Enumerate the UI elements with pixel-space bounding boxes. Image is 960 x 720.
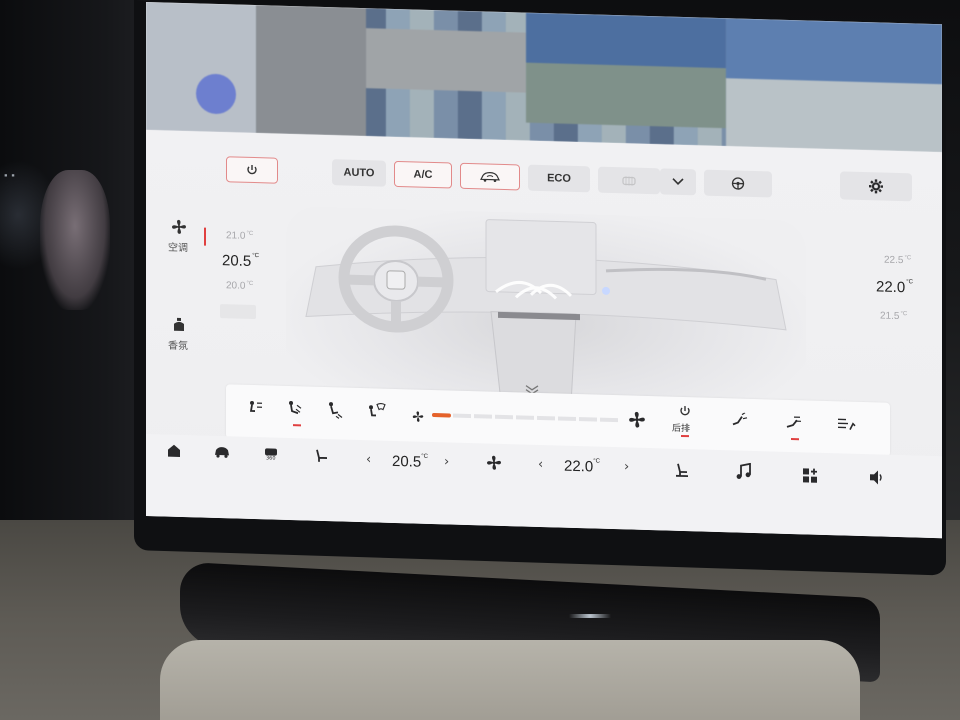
fragrance-label: 香氛	[168, 340, 188, 353]
more-options-dropdown[interactable]	[660, 168, 696, 196]
passenger-temp-decrease-button[interactable]: ‹	[538, 457, 543, 472]
rear-airflow-face-button[interactable]	[784, 414, 806, 437]
driver-hand	[40, 170, 110, 310]
fan-large-icon	[629, 411, 645, 428]
fan-speed-low-icon-wrap[interactable]	[412, 407, 426, 422]
driver-temp-decrease-button[interactable]: ‹	[366, 452, 371, 467]
fragrance-icon	[174, 317, 184, 332]
dock-home-button[interactable]	[164, 441, 184, 462]
auto-button[interactable]: AUTO	[332, 159, 386, 187]
driver-temp-below[interactable]: 20.0°C	[226, 280, 253, 292]
airflow-face-feet-active	[293, 424, 301, 427]
passenger-temp-below[interactable]: 21.5°C	[880, 311, 907, 323]
passenger-temp-increase-button[interactable]: ›	[624, 459, 629, 474]
fan-speed-fill	[432, 412, 451, 418]
ac-mode-item[interactable]: 空调	[168, 219, 198, 260]
fan-speed-track	[432, 412, 620, 423]
ac-mode-label: 空调	[168, 242, 188, 255]
cluster-readout: ▪ ▪	[4, 172, 15, 179]
infotainment-screen: AUTO A/C ECO 空调 香氛 21.0°C 20.5°C 20.0°C …	[146, 2, 942, 539]
settings-button[interactable]	[840, 171, 912, 202]
rear-defrost-button[interactable]	[598, 166, 660, 195]
camera-360-icon: 360	[265, 448, 277, 461]
car-icon	[215, 447, 229, 458]
dock-climate-button[interactable]	[482, 451, 506, 474]
home-icon	[168, 444, 180, 457]
recirculation-button[interactable]	[460, 162, 520, 191]
seat-adjust-icon	[676, 463, 688, 478]
fan-speed-slider[interactable]	[432, 412, 620, 423]
airflow-face-feet-icon	[289, 401, 302, 415]
rear-active-indicator	[681, 434, 689, 438]
blurred-map-area	[146, 2, 942, 153]
car-recirculation-icon	[480, 172, 500, 183]
airflow-feet-icon	[329, 402, 343, 419]
dock-360-camera-button[interactable]: 360	[260, 443, 284, 464]
steering-wheel-heat-button[interactable]	[704, 169, 772, 198]
driver-temp-display[interactable]: 20.5°C	[392, 453, 428, 471]
ac-label: A/C	[413, 168, 433, 182]
airflow-face-feet-button[interactable]	[286, 400, 308, 423]
svg-text:360: 360	[266, 455, 276, 460]
apps-grid-icon	[803, 468, 817, 483]
passenger-temp-current[interactable]: 22.0°C	[876, 278, 913, 296]
auto-label: AUTO	[343, 166, 375, 180]
seat-icon	[316, 449, 327, 462]
music-note-icon	[736, 462, 751, 479]
rear-airflow-face-icon	[786, 416, 801, 428]
power-button[interactable]	[226, 156, 278, 184]
dock-volume-button[interactable]	[864, 466, 890, 489]
power-icon	[680, 406, 690, 416]
speaker-icon	[870, 470, 882, 485]
photo-scene: AUTO A/C ECO 空调 香氛 21.0°C 20.5°C 20.0°C …	[0, 0, 960, 720]
eco-button[interactable]: ECO	[528, 164, 590, 193]
chevron-down-icon	[672, 178, 684, 185]
rear-airflow-face-active	[791, 438, 799, 441]
eco-label: ECO	[547, 172, 571, 185]
airflow-feet-button[interactable]	[326, 401, 348, 424]
rear-airflow-feet-button[interactable]	[730, 412, 752, 435]
rear-climate-power-button[interactable]: 后排	[670, 405, 700, 444]
active-mode-indicator	[204, 227, 206, 246]
fan-icon	[172, 219, 186, 234]
fan-small-icon	[412, 411, 424, 422]
dock-seat-adjust-button[interactable]	[670, 459, 694, 482]
airflow-face-icon	[249, 400, 262, 412]
driver-temp-current[interactable]: 20.5°C	[222, 252, 259, 270]
vent-lights	[560, 614, 620, 618]
airflow-windshield-feet-icon	[369, 403, 386, 417]
rear-airflow-feet-icon	[732, 412, 748, 426]
gear-icon	[869, 179, 883, 194]
climate-panel: AUTO A/C ECO 空调 香氛 21.0°C 20.5°C 20.0°C …	[146, 130, 942, 539]
passenger-temp-above[interactable]: 22.5°C	[884, 255, 911, 267]
rear-label: 后排	[672, 423, 691, 435]
dock-apps-button[interactable]	[798, 464, 822, 487]
ac-button[interactable]: A/C	[394, 160, 452, 189]
dock-seat-button[interactable]	[310, 445, 334, 468]
passenger-temp-display[interactable]: 22.0°C	[564, 458, 600, 476]
seat	[160, 640, 860, 720]
dock-vehicle-button[interactable]	[210, 442, 234, 463]
expand-chevron-button[interactable]	[524, 381, 544, 395]
airflow-face-button[interactable]	[246, 399, 268, 422]
driver-temp-increase-button[interactable]: ›	[444, 454, 449, 469]
rear-airflow-auto-button[interactable]	[836, 415, 858, 438]
fragrance-item[interactable]: 香氛	[168, 317, 198, 358]
power-icon	[247, 164, 257, 175]
driver-temp-slider-track[interactable]	[220, 304, 256, 320]
driver-temp-above[interactable]: 21.0°C	[226, 230, 253, 242]
steering-wheel-icon	[731, 177, 745, 190]
fan-icon	[487, 455, 501, 470]
rear-defrost-icon	[622, 176, 636, 186]
rear-airflow-auto-icon	[838, 418, 856, 431]
dock-music-button[interactable]	[732, 460, 756, 483]
fan-speed-high-icon-wrap[interactable]	[628, 410, 648, 431]
airflow-windshield-button[interactable]	[366, 402, 388, 425]
